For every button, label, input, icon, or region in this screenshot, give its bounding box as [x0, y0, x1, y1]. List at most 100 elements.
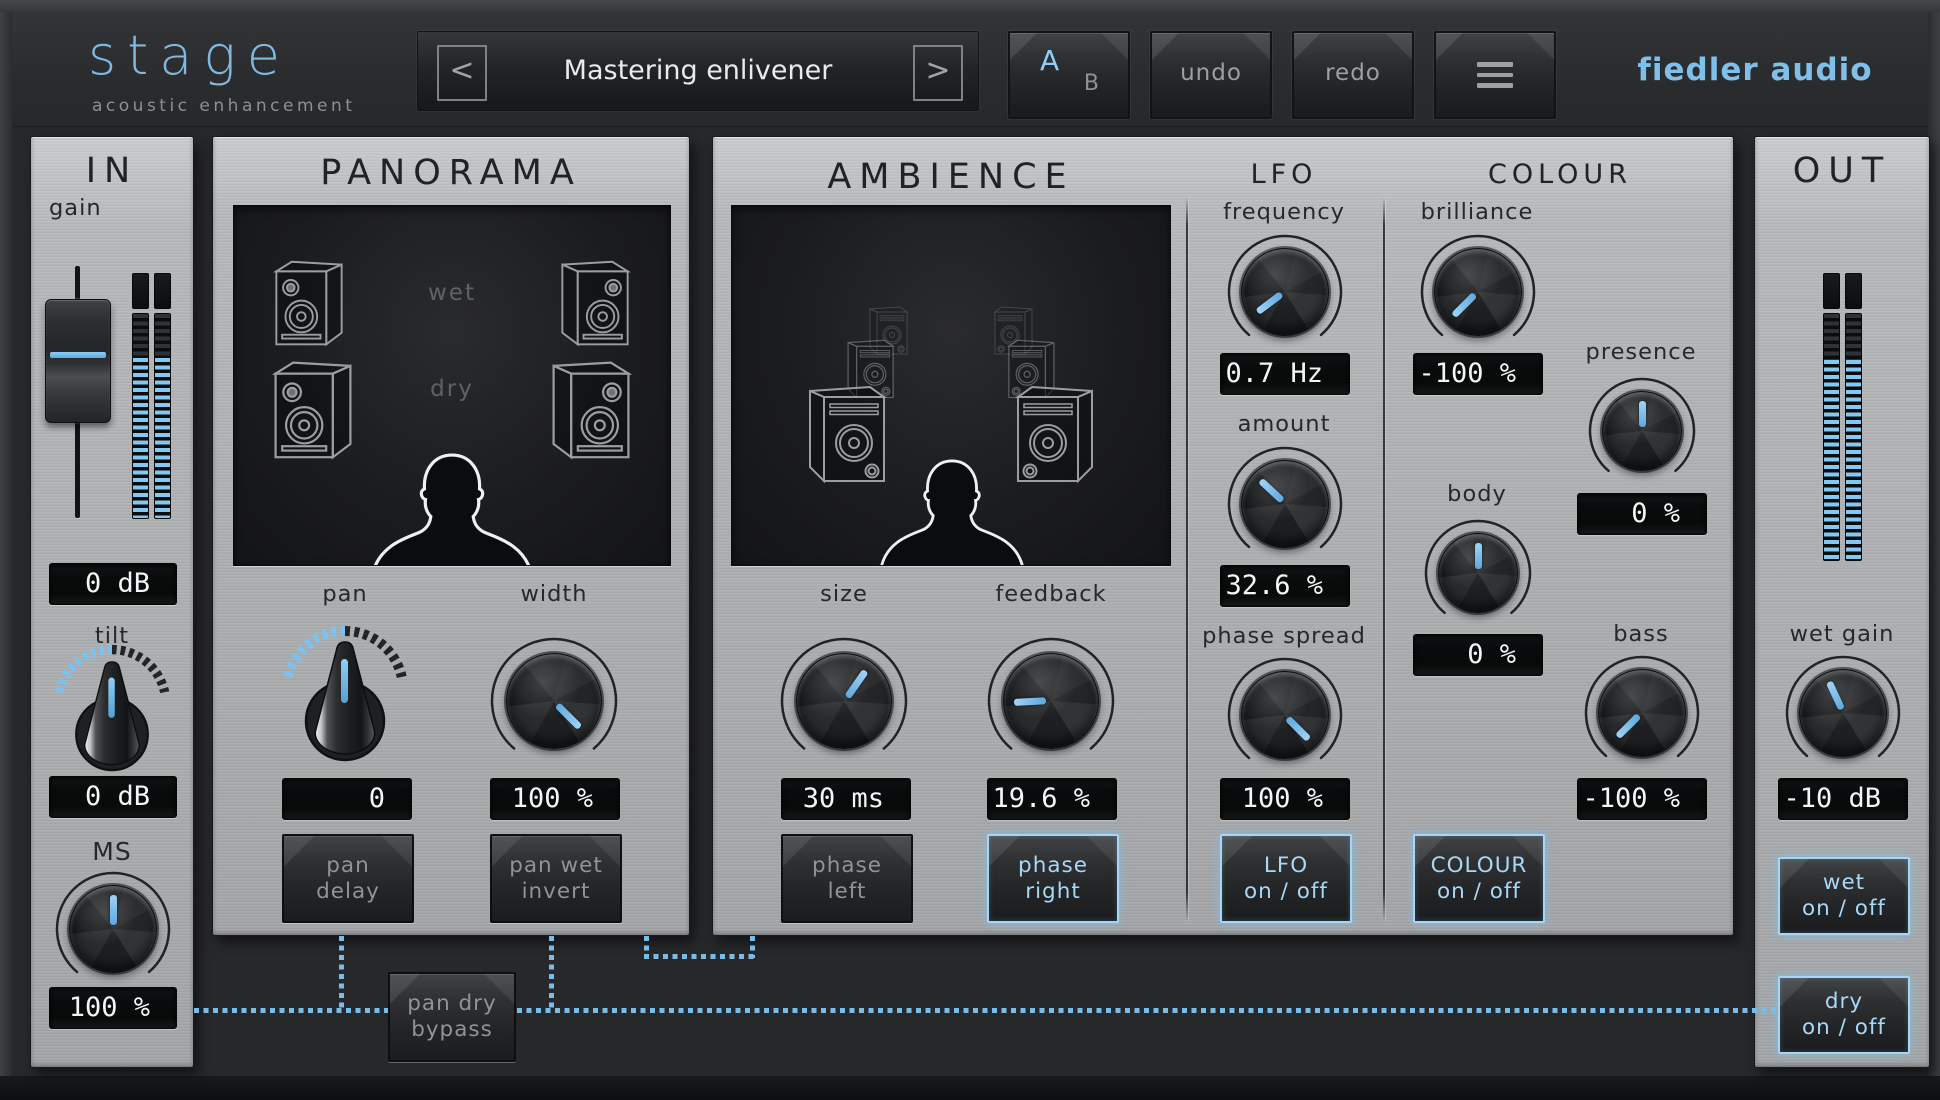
- phase-right-label-1: phase: [1018, 852, 1088, 878]
- divider: [1186, 197, 1188, 921]
- panorama-title: PANORAMA: [320, 153, 582, 193]
- in-title: IN: [85, 151, 139, 191]
- speaker-wet-right-icon: [561, 260, 629, 346]
- body-value-display[interactable]: 0 %: [1413, 634, 1543, 676]
- wet-label: wet: [428, 280, 476, 306]
- wet-on-off-label-1: wet: [1822, 870, 1866, 896]
- width-knob[interactable]: [490, 637, 618, 750]
- wet-gain-knob[interactable]: [1785, 655, 1901, 758]
- input-meter-peak-left: [132, 273, 149, 309]
- bass-value-display[interactable]: -100 %: [1577, 778, 1707, 820]
- next-arrow-icon: >: [925, 53, 951, 88]
- menu-button[interactable]: [1434, 31, 1556, 119]
- presence-knob[interactable]: [1588, 377, 1696, 473]
- wet-gain-value-display[interactable]: -10 dB: [1778, 778, 1908, 820]
- preset-bar: < Mastering enlivener >: [417, 31, 979, 111]
- colour-title: COLOUR: [1488, 159, 1632, 190]
- brilliance-label: brilliance: [1420, 199, 1534, 225]
- in-panel: IN gain 0 dB tilt 0 dB MS 100 %: [30, 136, 194, 1068]
- plugin-window: stage acoustic enhancement < Mastering e…: [0, 0, 1940, 1100]
- ab-b-label: B: [1083, 71, 1100, 96]
- menu-icon: [1477, 62, 1513, 88]
- app-logo: stage: [88, 24, 292, 87]
- pan-dry-bypass-label-1: pan dry: [407, 991, 497, 1017]
- size-knob[interactable]: [780, 637, 908, 750]
- panorama-screen: wet dry: [233, 205, 671, 566]
- wet-on-off-button[interactable]: wet on / off: [1778, 857, 1910, 935]
- divider: [1383, 197, 1385, 921]
- pan-delay-label-1: pan: [326, 852, 370, 878]
- pan-wet-invert-button[interactable]: pan wet invert: [490, 834, 622, 923]
- out-title: OUT: [1792, 151, 1892, 191]
- size-value-display[interactable]: 30 ms: [781, 778, 911, 820]
- lfo-amount-knob[interactable]: [1227, 446, 1343, 549]
- speaker-dry-right-icon: [552, 361, 630, 459]
- width-value-display[interactable]: 100 %: [490, 778, 620, 820]
- pan-knob[interactable]: [297, 639, 393, 763]
- lfo-amount-label: amount: [1237, 411, 1331, 437]
- tilt-value-display[interactable]: 0 dB: [49, 776, 177, 818]
- redo-button[interactable]: redo: [1292, 31, 1414, 119]
- output-meter-peak-right: [1845, 273, 1862, 309]
- out-panel: OUT wet gain -10 dB wet on / off dry on …: [1754, 136, 1930, 1068]
- input-meter-right: [154, 313, 171, 519]
- feedback-value-display[interactable]: 19.6 %: [987, 778, 1117, 820]
- lfo-phase-spread-label: phase spread: [1202, 623, 1366, 649]
- pan-wet-invert-connector: [549, 936, 554, 1010]
- lfo-on-off-button[interactable]: LFO on / off: [1220, 834, 1352, 923]
- gain-label: gain: [49, 195, 102, 221]
- colour-on-off-label-2: on / off: [1437, 878, 1521, 904]
- preset-name[interactable]: Mastering enlivener: [488, 32, 908, 110]
- ms-value-display[interactable]: 100 %: [49, 987, 177, 1029]
- lfo-phase-spread-value-display[interactable]: 100 %: [1220, 778, 1350, 820]
- lfo-amount-value-display[interactable]: 32.6 %: [1220, 565, 1350, 607]
- feedback-knob[interactable]: [987, 637, 1115, 750]
- bass-knob[interactable]: [1584, 655, 1700, 758]
- speaker-dry-left-icon: [274, 361, 352, 459]
- phase-left-label-1: phase: [812, 852, 882, 878]
- brilliance-knob[interactable]: [1420, 234, 1536, 337]
- preset-next-button[interactable]: >: [913, 45, 963, 101]
- lfo-frequency-value-display[interactable]: 0.7 Hz: [1220, 353, 1350, 395]
- pan-value-display[interactable]: 0: [282, 778, 412, 820]
- ab-compare-button[interactable]: A B: [1008, 31, 1130, 119]
- wet-on-off-label-2: on / off: [1802, 896, 1886, 921]
- gain-value-display[interactable]: 0 dB: [49, 563, 177, 605]
- ms-knob[interactable]: [55, 871, 171, 974]
- dry-label: dry: [430, 376, 474, 402]
- window-frame-left: [0, 0, 12, 1100]
- body-knob[interactable]: [1424, 519, 1532, 615]
- ambience-panel: AMBIENCE size 30 ms feedback 19.6 % phas…: [712, 136, 1734, 936]
- pan-dry-bypass-button[interactable]: pan dry bypass: [388, 972, 516, 1062]
- pan-delay-button[interactable]: pan delay: [282, 834, 414, 923]
- brilliance-value-display[interactable]: -100 %: [1413, 353, 1543, 395]
- colour-on-off-label-1: COLOUR: [1430, 852, 1528, 878]
- ambience-title: AMBIENCE: [827, 157, 1075, 197]
- phase-right-button[interactable]: phase right: [987, 834, 1119, 923]
- preset-prev-button[interactable]: <: [437, 45, 487, 101]
- presence-value-display[interactable]: 0 %: [1577, 493, 1707, 535]
- bass-label: bass: [1613, 621, 1669, 647]
- phase-left-button[interactable]: phase left: [781, 834, 913, 923]
- panel-link-connector: [644, 954, 755, 959]
- pan-dry-bypass-label-2: bypass: [411, 1017, 493, 1042]
- listener-head-icon: [879, 459, 1025, 565]
- pan-delay-connector: [339, 936, 344, 1010]
- lfo-phase-spread-knob[interactable]: [1227, 657, 1343, 760]
- width-label: width: [520, 581, 588, 607]
- tilt-knob[interactable]: [68, 659, 156, 773]
- gain-fader-handle[interactable]: [45, 299, 111, 423]
- dry-on-off-label-2: on / off: [1802, 1015, 1886, 1040]
- pan-label: pan: [322, 581, 368, 607]
- lfo-on-off-label-2: on / off: [1244, 878, 1328, 904]
- colour-on-off-button[interactable]: COLOUR on / off: [1413, 834, 1545, 923]
- dry-on-off-label-1: dry: [1824, 989, 1864, 1015]
- feedback-label: feedback: [995, 581, 1107, 607]
- lfo-title: LFO: [1250, 159, 1318, 190]
- undo-button[interactable]: undo: [1150, 31, 1272, 119]
- dry-on-off-button[interactable]: dry on / off: [1778, 976, 1910, 1054]
- output-meter-left: [1823, 313, 1840, 561]
- lfo-frequency-knob[interactable]: [1227, 234, 1343, 337]
- ms-label: MS: [92, 837, 132, 866]
- body-label: body: [1447, 481, 1507, 507]
